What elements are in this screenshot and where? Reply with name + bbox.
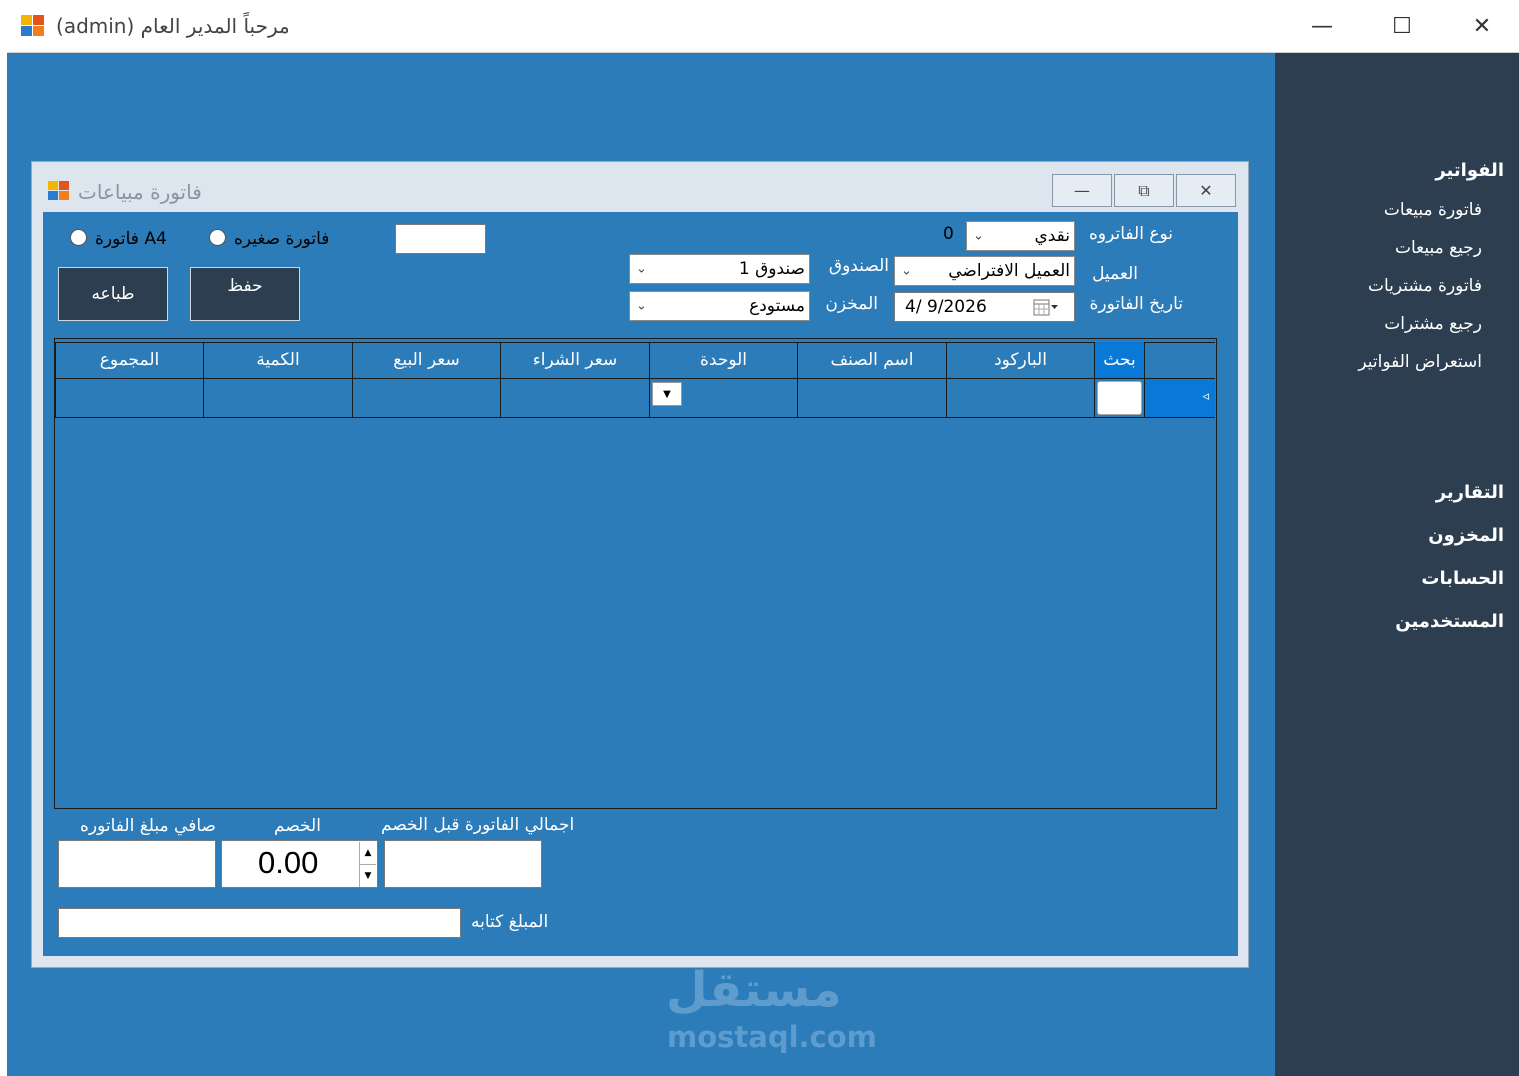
grid-row-selector[interactable]: ◃ [1144, 378, 1215, 418]
sidebar-item-browse-invoices[interactable]: استعراض الفواتير [1358, 352, 1482, 372]
save-button-label: حفظ [227, 276, 263, 296]
amount-in-words-field[interactable] [58, 908, 461, 938]
sidebar-header-inventory[interactable]: المخزون [1428, 525, 1504, 546]
sidebar-header-invoices[interactable]: الفواتير [1435, 160, 1504, 181]
app-title: مرحباً المدير العام (admin) [56, 14, 290, 38]
unit-dropdown-arrow-icon[interactable]: ▼ [652, 382, 682, 406]
invoice-type-value: نقدي [1034, 226, 1070, 246]
customer-select[interactable]: العميل الافتراضي ⌄ [894, 256, 1075, 286]
sidebar-item-purchase-invoice[interactable]: فاتورة مشتريات [1368, 276, 1482, 296]
grid-col-item-name[interactable]: اسم الصنف [797, 342, 946, 378]
discount-label: الخصم [274, 816, 321, 836]
total-before-discount-field[interactable] [384, 840, 542, 888]
customer-value: العميل الافتراضي [948, 261, 1070, 281]
close-icon: ✕ [1199, 181, 1213, 200]
net-amount-label: صافي مبلغ الفاتوره [80, 816, 216, 836]
invoice-extra-input[interactable] [395, 224, 486, 254]
sidebar-item-purchase-return[interactable]: رجيع مشترات [1384, 314, 1482, 334]
warehouse-label: المخزن [825, 294, 878, 314]
print-button[interactable]: طباعه [58, 267, 168, 321]
invoice-number: 0 [943, 224, 954, 244]
radio-small-invoice-label: فاتورة صغيره [234, 229, 330, 249]
grid-col-total[interactable]: المجموع [55, 342, 203, 378]
grid-cell-quantity[interactable] [203, 378, 352, 418]
invoice-date-label: تاريخ الفاتورة [1089, 294, 1183, 314]
grid-cell-search[interactable] [1094, 378, 1144, 418]
sidebar-header-reports[interactable]: التقارير [1436, 482, 1504, 503]
grid-search-button[interactable] [1097, 381, 1142, 415]
warehouse-select[interactable]: مستودع ⌄ [629, 291, 810, 321]
radio-a4-invoice-label: A4 فاتورة [95, 229, 167, 249]
net-amount-field[interactable] [58, 840, 216, 888]
chevron-down-icon: ⌄ [636, 298, 647, 314]
grid-cell-purchase-price[interactable] [500, 378, 649, 418]
sidebar-item-sales-return[interactable]: رجيع مبيعات [1395, 238, 1482, 258]
close-icon: ✕ [1472, 13, 1492, 39]
invoice-date-picker[interactable]: 4/ 9/2026 [894, 292, 1075, 322]
sidebar-header-users[interactable]: المستخدمين [1395, 611, 1504, 632]
app-icon [20, 14, 46, 38]
radio-a4-invoice[interactable] [70, 229, 87, 246]
chevron-down-icon: ⌄ [973, 228, 984, 244]
grid-col-sale-price[interactable]: سعر البيع [352, 342, 500, 378]
amount-in-words-label: المبلغ كتابه [471, 912, 549, 932]
minimize-icon: — [1074, 181, 1090, 200]
discount-field[interactable]: 0.00 ▲ ▼ [221, 840, 378, 888]
grid-cell-item-name[interactable] [797, 378, 946, 418]
watermark-logo-arabic: مستقل [666, 962, 842, 1018]
child-window-title: فاتورة مبياعات [78, 180, 202, 204]
invoice-date-value: 4/ 9/2026 [905, 297, 987, 317]
watermark-logo-latin: mostaql.com [667, 1020, 877, 1054]
sidebar-item-sales-invoice[interactable]: فاتورة مبيعات [1384, 200, 1482, 220]
grid-col-search[interactable]: بحث [1094, 342, 1144, 378]
cashbox-value: صندوق 1 [738, 259, 805, 279]
save-button[interactable]: حفظ [190, 267, 300, 321]
child-close-button[interactable]: ✕ [1176, 174, 1236, 207]
grid-cell-sale-price[interactable] [352, 378, 500, 418]
maximize-button[interactable]: ☐ [1362, 2, 1442, 50]
spinner-down-icon[interactable]: ▼ [359, 864, 376, 887]
calendar-icon[interactable] [1033, 299, 1059, 321]
radio-small-invoice[interactable] [209, 229, 226, 246]
cashbox-select[interactable]: صندوق 1 ⌄ [629, 254, 810, 284]
cashbox-label: الصندوق [828, 256, 889, 276]
customer-label: العميل [1092, 264, 1138, 284]
grid-cell-total[interactable] [55, 378, 203, 418]
grid-col-unit[interactable]: الوحدة [649, 342, 797, 378]
child-restore-button[interactable]: ⧉ [1114, 174, 1174, 207]
grid-col-purchase-price[interactable]: سعر الشراء [500, 342, 649, 378]
minimize-button[interactable]: — [1282, 2, 1362, 50]
invoice-type-label: نوع الفاتروه [1089, 224, 1173, 244]
chevron-down-icon: ⌄ [636, 261, 647, 277]
sidebar-header-accounts[interactable]: الحسابات [1421, 568, 1504, 589]
minimize-icon: — [1311, 13, 1333, 39]
child-minimize-button[interactable]: — [1052, 174, 1112, 207]
invoice-type-select[interactable]: نقدي ⌄ [966, 221, 1075, 251]
grid-cell-unit[interactable]: ▼ [649, 378, 797, 418]
close-button[interactable]: ✕ [1442, 2, 1519, 50]
grid-cell-barcode[interactable] [946, 378, 1094, 418]
discount-value: 0.00 [258, 845, 319, 880]
grid-col-quantity[interactable]: الكمية [203, 342, 352, 378]
chevron-down-icon: ⌄ [901, 263, 912, 279]
maximize-icon: ☐ [1392, 13, 1412, 39]
print-button-label: طباعه [91, 284, 135, 304]
grid-row-header-corner [1144, 342, 1215, 378]
total-before-discount-label: اجمالي الفاتورة قبل الخصم [381, 815, 575, 835]
warehouse-value: مستودع [749, 296, 805, 316]
row-edit-marker-icon: ◃ [1202, 389, 1209, 404]
grid-col-barcode[interactable]: الباركود [946, 342, 1094, 378]
restore-icon: ⧉ [1138, 180, 1150, 200]
child-window-icon [47, 180, 71, 202]
spinner-up-icon[interactable]: ▲ [359, 842, 376, 864]
